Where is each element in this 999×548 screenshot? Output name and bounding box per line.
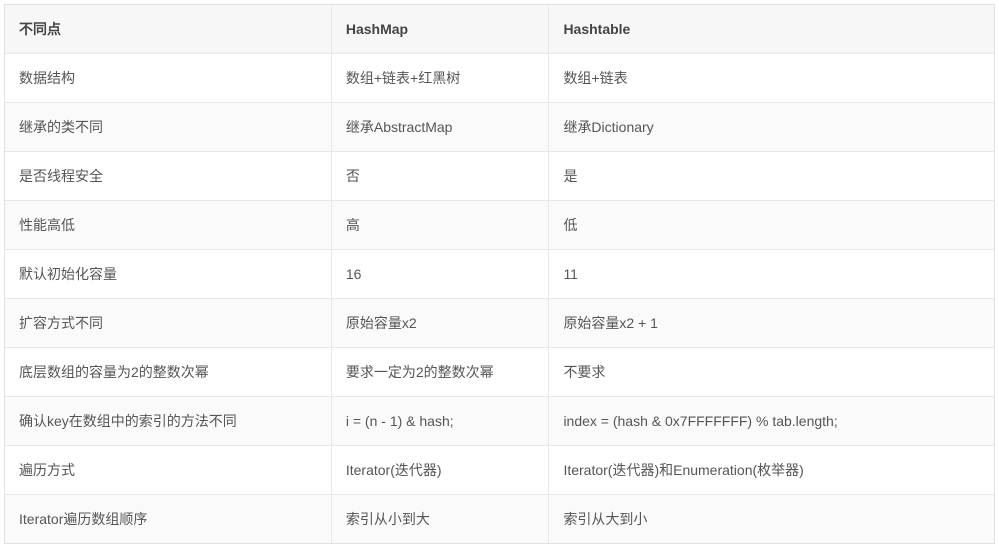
cell-diff: 性能高低 <box>5 201 331 250</box>
cell-hashmap: 继承AbstractMap <box>331 103 549 152</box>
comparison-table: 不同点 HashMap Hashtable 数据结构 数组+链表+红黑树 数组+… <box>5 5 994 543</box>
cell-diff: 遍历方式 <box>5 446 331 495</box>
table-row: 底层数组的容量为2的整数次幂 要求一定为2的整数次幂 不要求 <box>5 348 994 397</box>
cell-diff: 继承的类不同 <box>5 103 331 152</box>
cell-hashtable: 11 <box>549 250 994 299</box>
table-header-row: 不同点 HashMap Hashtable <box>5 5 994 54</box>
table-row: 性能高低 高 低 <box>5 201 994 250</box>
cell-hashmap: 16 <box>331 250 549 299</box>
cell-hashtable: 不要求 <box>549 348 994 397</box>
cell-diff: 是否线程安全 <box>5 152 331 201</box>
cell-hashtable: 原始容量x2 + 1 <box>549 299 994 348</box>
cell-hashmap: Iterator(迭代器) <box>331 446 549 495</box>
table-row: 扩容方式不同 原始容量x2 原始容量x2 + 1 <box>5 299 994 348</box>
table-row: Iterator遍历数组顺序 索引从小到大 索引从大到小 <box>5 495 994 544</box>
cell-diff: 确认key在数组中的索引的方法不同 <box>5 397 331 446</box>
cell-hashmap: i = (n - 1) & hash; <box>331 397 549 446</box>
cell-diff: 数据结构 <box>5 54 331 103</box>
table-row: 是否线程安全 否 是 <box>5 152 994 201</box>
table-body: 数据结构 数组+链表+红黑树 数组+链表 继承的类不同 继承AbstractMa… <box>5 54 994 544</box>
cell-hashtable: 索引从大到小 <box>549 495 994 544</box>
header-hashmap: HashMap <box>331 5 549 54</box>
header-hashtable: Hashtable <box>549 5 994 54</box>
cell-hashmap: 数组+链表+红黑树 <box>331 54 549 103</box>
cell-hashmap: 索引从小到大 <box>331 495 549 544</box>
cell-hashmap: 要求一定为2的整数次幂 <box>331 348 549 397</box>
cell-diff: 底层数组的容量为2的整数次幂 <box>5 348 331 397</box>
table-row: 默认初始化容量 16 11 <box>5 250 994 299</box>
comparison-table-container: 不同点 HashMap Hashtable 数据结构 数组+链表+红黑树 数组+… <box>4 4 995 544</box>
header-diff: 不同点 <box>5 5 331 54</box>
table-row: 确认key在数组中的索引的方法不同 i = (n - 1) & hash; in… <box>5 397 994 446</box>
cell-hashtable: index = (hash & 0x7FFFFFFF) % tab.length… <box>549 397 994 446</box>
cell-hashtable: 继承Dictionary <box>549 103 994 152</box>
cell-diff: 扩容方式不同 <box>5 299 331 348</box>
cell-hashmap: 原始容量x2 <box>331 299 549 348</box>
table-row: 继承的类不同 继承AbstractMap 继承Dictionary <box>5 103 994 152</box>
cell-hashtable: 是 <box>549 152 994 201</box>
cell-hashtable: 低 <box>549 201 994 250</box>
cell-hashtable: 数组+链表 <box>549 54 994 103</box>
cell-diff: 默认初始化容量 <box>5 250 331 299</box>
table-row: 数据结构 数组+链表+红黑树 数组+链表 <box>5 54 994 103</box>
cell-hashmap: 高 <box>331 201 549 250</box>
cell-hashmap: 否 <box>331 152 549 201</box>
table-row: 遍历方式 Iterator(迭代器) Iterator(迭代器)和Enumera… <box>5 446 994 495</box>
cell-hashtable: Iterator(迭代器)和Enumeration(枚举器) <box>549 446 994 495</box>
cell-diff: Iterator遍历数组顺序 <box>5 495 331 544</box>
